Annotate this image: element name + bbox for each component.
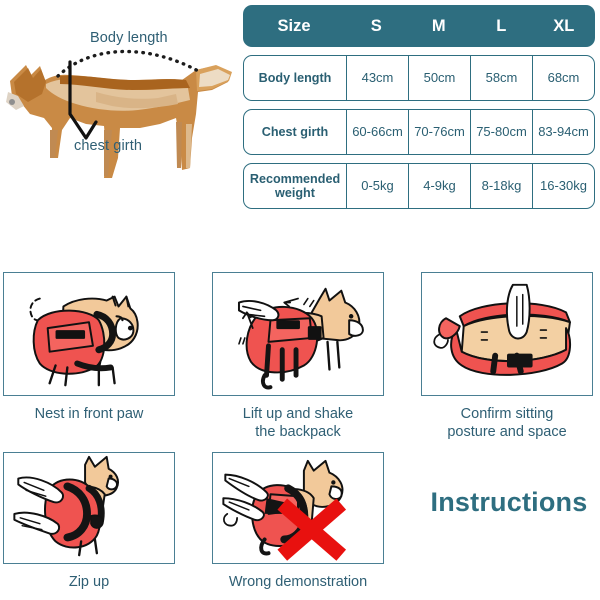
row-label-recommended-weight: Recommended weight <box>249 171 341 200</box>
cell-chest-girth-xl: 83-94cm <box>532 110 594 154</box>
hand-checking-space-illustration <box>421 272 593 396</box>
header-cell-xl: XL <box>553 16 575 35</box>
instruction-panel-1: Nest in front paw <box>3 272 175 423</box>
table-row: Recommended weight 0-5kg 4-9kg 8-18kg 16… <box>243 163 595 209</box>
panel-2-caption: Lift up and shake the backpack <box>212 405 384 441</box>
panel-3-caption-line2: posture and space <box>447 424 567 441</box>
hands-zipping-backpack-illustration <box>3 452 175 564</box>
header-cell-s: S <box>370 16 382 35</box>
panel-3-caption: Confirm sitting posture and space <box>421 405 593 441</box>
panel-4-caption: Zip up <box>68 574 110 590</box>
cell-body-length-xl: 68cm <box>532 56 594 100</box>
instruction-panel-4: Zip up <box>3 452 175 591</box>
dog-body-illustration <box>6 65 232 178</box>
panel-2-caption-line1: Lift up and shake <box>242 406 354 422</box>
wrong-demonstration-illustration <box>212 452 384 564</box>
panel-2-caption-line2: the backpack <box>255 424 341 441</box>
cell-recommended-weight-xl: 16-30kg <box>532 164 594 208</box>
panel-3-caption-line1: Confirm sitting <box>460 406 554 422</box>
row-label-chest-girth: Chest girth <box>261 124 329 139</box>
panel-1-caption: Nest in front paw <box>34 406 144 422</box>
cell-chest-girth-s: 60-66cm <box>346 110 408 154</box>
hand-lifting-backpack-illustration <box>212 272 384 396</box>
body-length-label: Body length <box>90 30 168 46</box>
header-cell-m: M <box>431 16 446 35</box>
dog-in-backpack-illustration <box>3 272 175 396</box>
cell-recommended-weight-m: 4-9kg <box>408 164 470 208</box>
panel-5-caption: Wrong demonstration <box>228 574 368 590</box>
cell-body-length-l: 58cm <box>470 56 532 100</box>
size-chart-table: Size S M L XL Body length 43cm 50cm 58cm… <box>243 5 595 209</box>
cell-body-length-m: 50cm <box>408 56 470 100</box>
instruction-panel-2: Lift up and shake the backpack <box>212 272 384 441</box>
instruction-panel-3: Confirm sitting posture and space <box>421 272 593 441</box>
cell-chest-girth-l: 75-80cm <box>470 110 532 154</box>
dog-measurement-diagram: Body length chest girth <box>0 18 240 208</box>
row-label-body-length: Body length <box>258 70 332 85</box>
table-row: Body length 43cm 50cm 58cm 68cm <box>243 55 595 101</box>
chest-girth-label: chest girth <box>74 138 142 154</box>
cell-recommended-weight-l: 8-18kg <box>470 164 532 208</box>
cell-chest-girth-m: 70-76cm <box>408 110 470 154</box>
instructions-title: Instructions <box>430 487 588 517</box>
cell-recommended-weight-s: 0-5kg <box>346 164 408 208</box>
instruction-panel-5: Wrong demonstration <box>212 452 384 591</box>
page-root: Body length chest girth Size S M L XL Bo… <box>0 0 600 600</box>
size-chart-header-row: Size S M L XL <box>243 5 595 47</box>
body-length-dotted-arc <box>56 49 202 78</box>
header-cell-l: L <box>496 16 507 35</box>
table-row: Chest girth 60-66cm 70-76cm 75-80cm 83-9… <box>243 109 595 155</box>
header-cell-size: Size <box>277 16 311 35</box>
cell-body-length-s: 43cm <box>346 56 408 100</box>
